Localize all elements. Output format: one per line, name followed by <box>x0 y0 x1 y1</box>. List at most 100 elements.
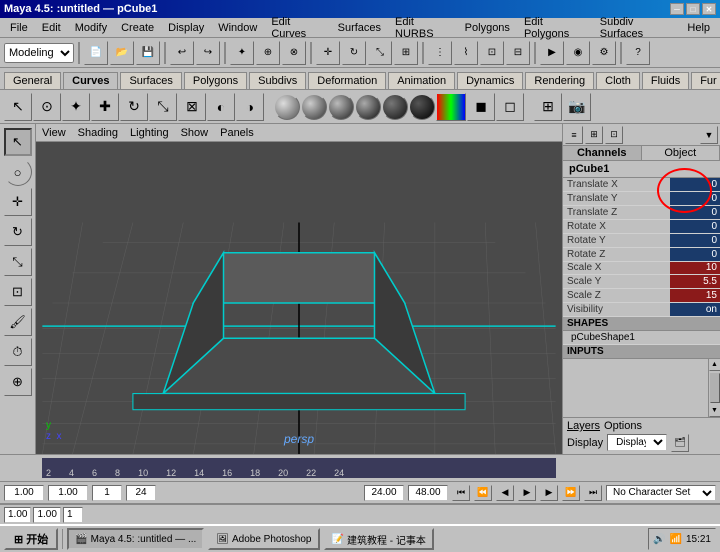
translate-z-value[interactable]: 0 <box>670 206 720 219</box>
tab-object[interactable]: Object <box>642 146 720 160</box>
range-end-input[interactable] <box>408 485 448 501</box>
paint-button[interactable]: ⊗ <box>282 41 306 65</box>
move-button[interactable]: ✛ <box>316 41 340 65</box>
taskbar-photoshop[interactable]: 🖼 Adobe Photoshop <box>208 528 319 550</box>
tool-snap[interactable]: ⊕ <box>4 368 32 396</box>
scale-icon[interactable]: ⤡ <box>149 93 177 121</box>
pb-to-start[interactable]: ⏮ <box>452 485 470 501</box>
tab-options[interactable]: Options <box>604 420 642 432</box>
menu-edit[interactable]: Edit <box>36 21 67 35</box>
render-settings[interactable]: ⚙ <box>592 41 616 65</box>
render-btn-2[interactable]: ◼ <box>467 93 495 121</box>
pb-prev-frame[interactable]: ◀ <box>496 485 514 501</box>
tool-lasso[interactable]: ○ <box>4 158 32 186</box>
char-set-dropdown[interactable]: No Character Set <box>606 485 716 501</box>
menu-window[interactable]: Window <box>212 21 263 35</box>
tab-curves[interactable]: Curves <box>63 72 118 89</box>
right-icon-2[interactable]: ⊞ <box>585 126 603 144</box>
render-ball-3[interactable] <box>328 94 354 120</box>
end-frame-input[interactable] <box>126 485 156 501</box>
tab-deformation[interactable]: Deformation <box>308 72 386 89</box>
rotate-y-value[interactable]: 0 <box>670 234 720 247</box>
render-ball-2[interactable] <box>301 94 327 120</box>
view-menu-shading[interactable]: Shading <box>78 127 118 139</box>
grid-icon[interactable]: ⊞ <box>534 93 562 121</box>
menu-edit-nurbs[interactable]: Edit NURBS <box>389 15 457 41</box>
menu-file[interactable]: File <box>4 21 34 35</box>
shapes-item[interactable]: pCubeShape1 <box>563 331 720 345</box>
pb-next-frame[interactable]: ▶ <box>540 485 558 501</box>
display-dropdown[interactable]: Display Render Animation <box>607 434 667 451</box>
undo-button[interactable]: ↩ <box>170 41 194 65</box>
tool-select[interactable]: ↖ <box>4 128 32 156</box>
maximize-button[interactable]: □ <box>686 3 700 15</box>
render-ball-4[interactable] <box>355 94 381 120</box>
start-button[interactable]: ⊞ 开始 <box>4 528 58 550</box>
paint-select-icon[interactable]: ✦ <box>62 93 90 121</box>
menu-help[interactable]: Help <box>681 21 716 35</box>
tab-general[interactable]: General <box>4 72 61 89</box>
tab-layers[interactable]: Layers <box>567 420 600 432</box>
pb-play[interactable]: ▶ <box>518 485 536 501</box>
view-menu-panels[interactable]: Panels <box>220 127 254 139</box>
right-scrollbar[interactable]: ▲ ▼ <box>708 359 720 417</box>
ipr-btn[interactable]: ◉ <box>566 41 590 65</box>
tab-rendering[interactable]: Rendering <box>525 72 594 89</box>
scroll-thumb[interactable] <box>710 373 720 403</box>
pb-back[interactable]: ⏪ <box>474 485 492 501</box>
rotate-button[interactable]: ↻ <box>342 41 366 65</box>
view-menu-show[interactable]: Show <box>181 127 209 139</box>
range-start-input[interactable] <box>364 485 404 501</box>
new-button[interactable]: 📄 <box>84 41 108 65</box>
current-frame-input[interactable] <box>48 485 88 501</box>
snap-view[interactable]: ⊟ <box>506 41 530 65</box>
tab-fur[interactable]: Fur <box>691 72 720 89</box>
render-ball-1[interactable] <box>274 94 300 120</box>
tab-surfaces[interactable]: Surfaces <box>120 72 181 89</box>
redo-button[interactable]: ↪ <box>196 41 220 65</box>
save-button[interactable]: 💾 <box>136 41 160 65</box>
tool-rotate[interactable]: ↻ <box>4 218 32 246</box>
scroll-down[interactable]: ▼ <box>709 405 720 417</box>
help-btn[interactable]: ? <box>626 41 650 65</box>
view-menu-lighting[interactable]: Lighting <box>130 127 169 139</box>
pb-fwd[interactable]: ⏩ <box>562 485 580 501</box>
rotate-z-value[interactable]: 0 <box>670 248 720 261</box>
close-button[interactable]: ✕ <box>702 3 716 15</box>
tab-subdivs[interactable]: Subdivs <box>249 72 306 89</box>
menu-surfaces[interactable]: Surfaces <box>332 21 387 35</box>
frame-number-input[interactable] <box>92 485 122 501</box>
scale-y-value[interactable]: 5.5 <box>670 275 720 288</box>
tool-scale[interactable]: ⤡ <box>4 248 32 276</box>
minimize-button[interactable]: ─ <box>670 3 684 15</box>
snap-point[interactable]: ⊡ <box>480 41 504 65</box>
move-icon[interactable]: ✚ <box>91 93 119 121</box>
snap-curve[interactable]: ⌇ <box>454 41 478 65</box>
rotate-x-value[interactable]: 0 <box>670 220 720 233</box>
scroll-up[interactable]: ▲ <box>709 359 720 371</box>
right-icon-4[interactable]: ▼ <box>700 126 718 144</box>
scale-x-value[interactable]: 10 <box>670 262 720 275</box>
translate-y-value[interactable]: 0 <box>670 192 720 205</box>
scale-z-value[interactable]: 15 <box>670 289 720 302</box>
taskbar-notepad[interactable]: 📝 建筑教程 - 记事本 <box>324 528 434 550</box>
show-manip-icon[interactable]: ◑ <box>236 93 264 121</box>
tool-paint[interactable]: 🖌 <box>4 308 32 336</box>
pb-to-end[interactable]: ⏭ <box>584 485 602 501</box>
menu-subdiv[interactable]: Subdiv Surfaces <box>594 15 680 41</box>
timeline-ruler[interactable]: 2 4 6 8 10 12 14 16 18 20 22 24 <box>42 458 556 478</box>
camera-icon[interactable]: 📷 <box>563 93 591 121</box>
tab-animation[interactable]: Animation <box>388 72 455 89</box>
visibility-value[interactable]: on <box>670 303 720 316</box>
menu-edit-curves[interactable]: Edit Curves <box>265 15 329 41</box>
lasso-button[interactable]: ⊕ <box>256 41 280 65</box>
view-menu-view[interactable]: View <box>42 127 66 139</box>
render-btn[interactable]: ▶ <box>540 41 564 65</box>
menu-polygons[interactable]: Polygons <box>459 21 516 35</box>
select-button[interactable]: ✦ <box>230 41 254 65</box>
start-frame-input[interactable] <box>4 485 44 501</box>
tool-history[interactable]: ⏱ <box>4 338 32 366</box>
tab-fluids[interactable]: Fluids <box>642 72 689 89</box>
soft-mod-icon[interactable]: ◐ <box>207 93 235 121</box>
tab-cloth[interactable]: Cloth <box>596 72 640 89</box>
